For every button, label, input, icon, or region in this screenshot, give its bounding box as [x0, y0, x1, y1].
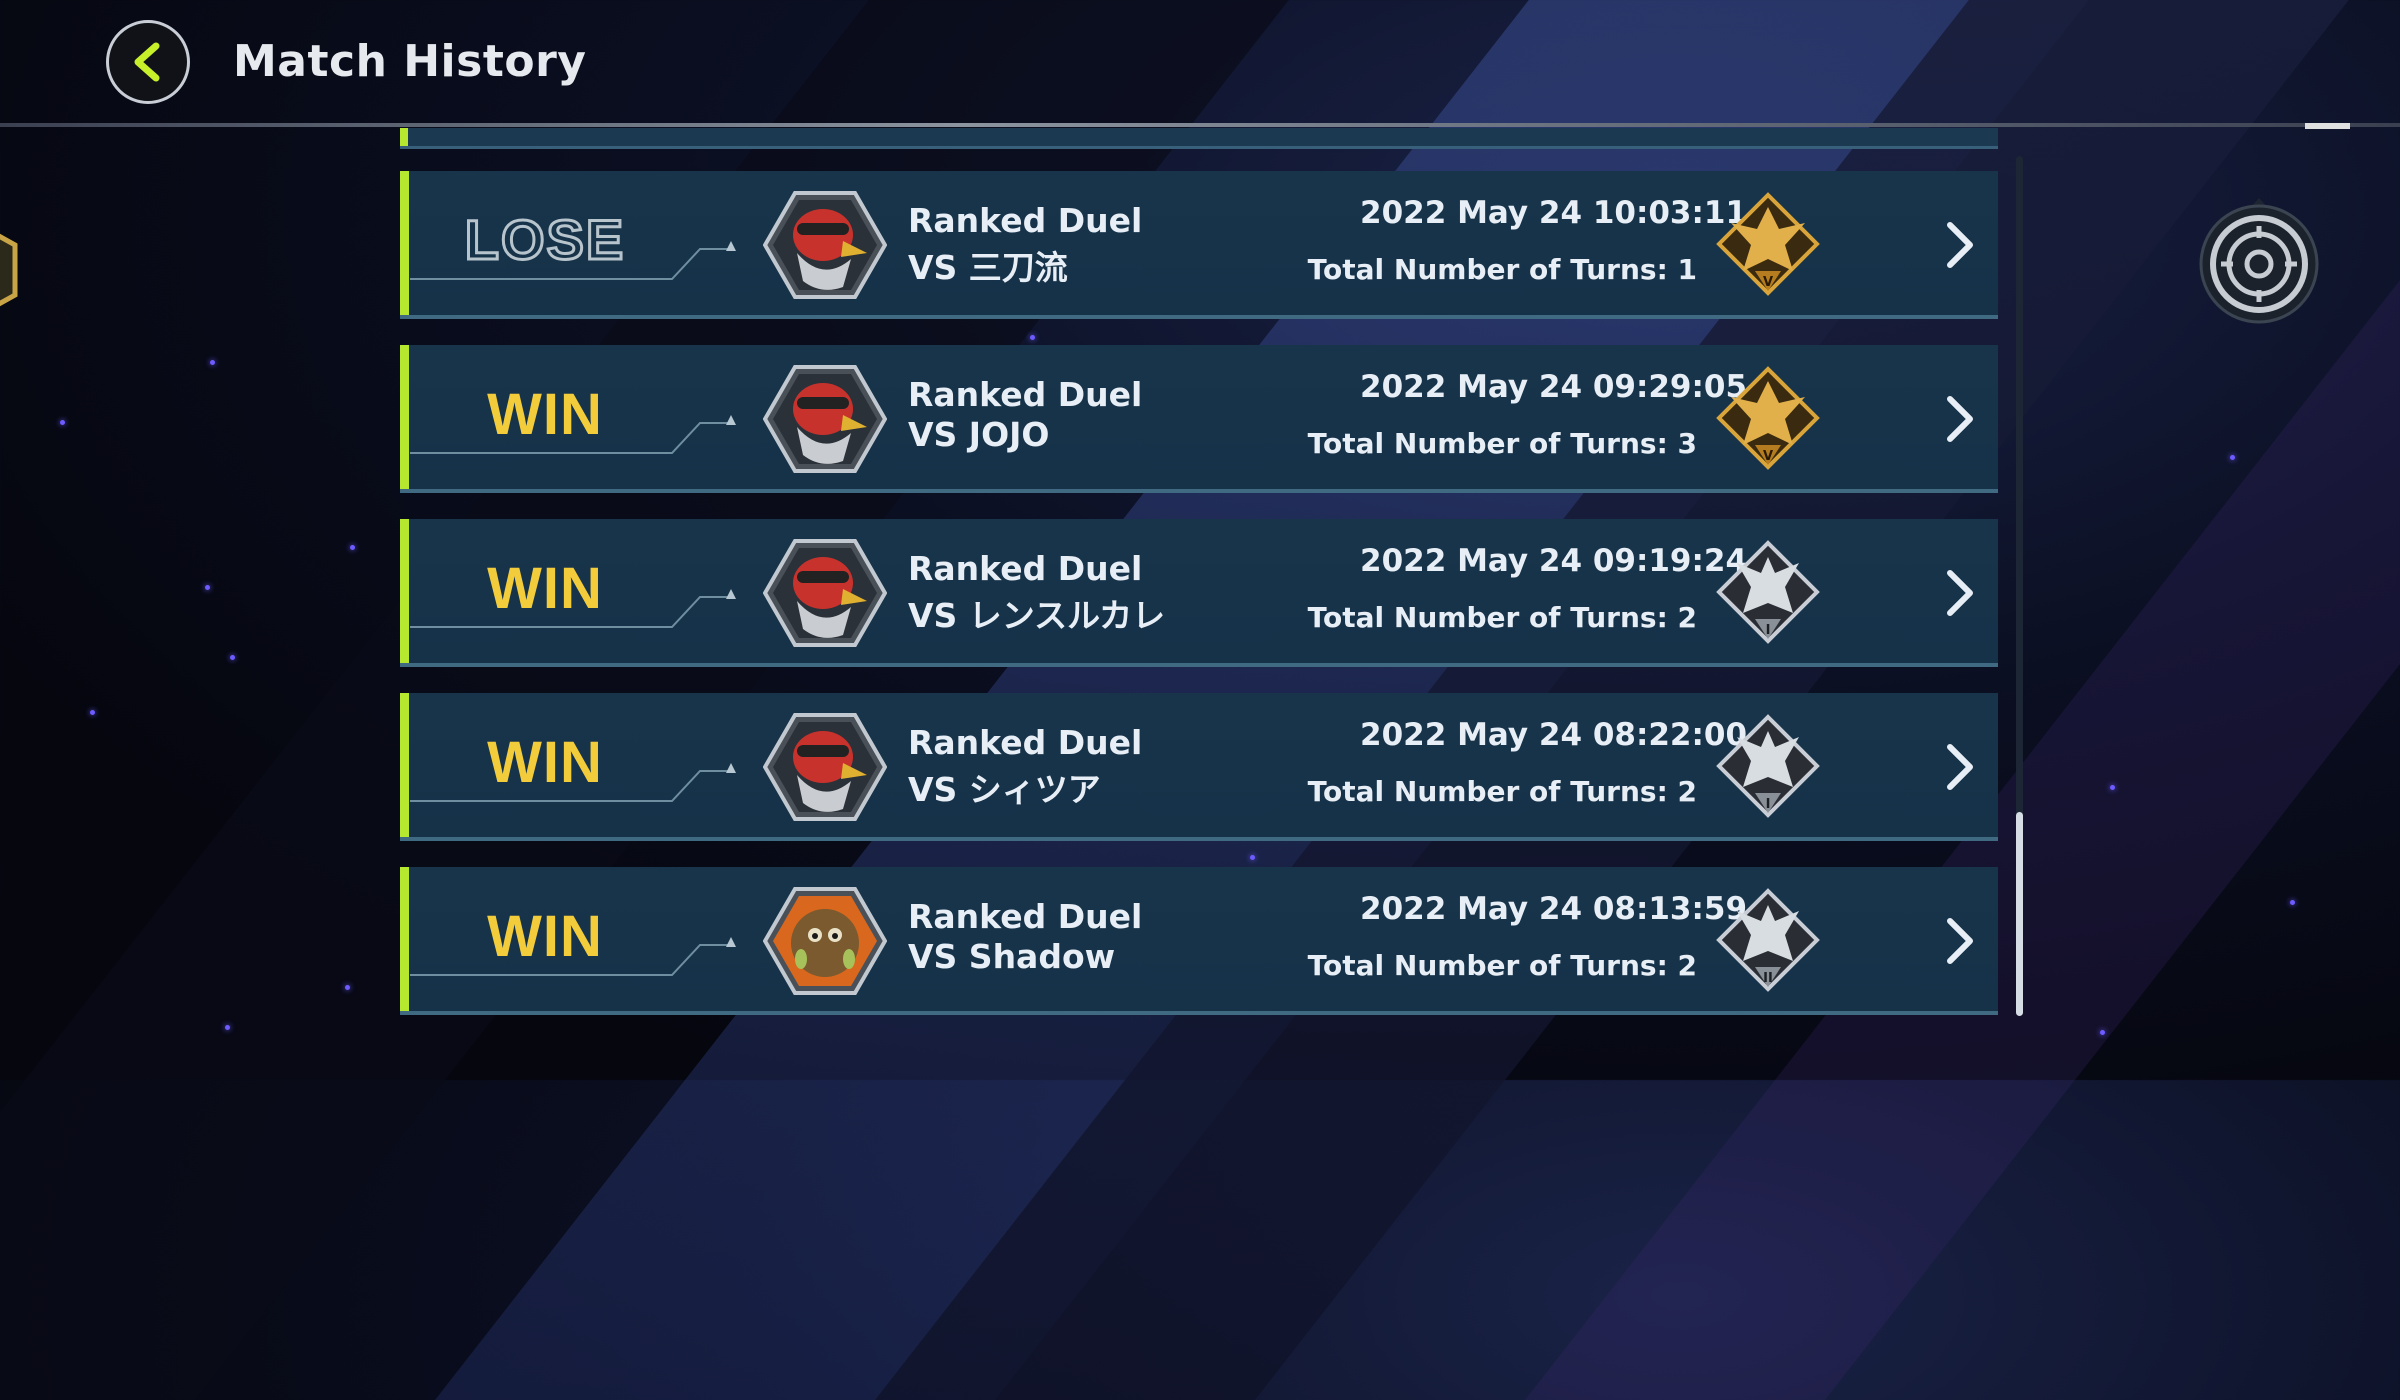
duel-type: Ranked Duel: [908, 375, 1143, 414]
match-datetime: 2022 May 24 08:22:00: [1360, 717, 1748, 753]
total-turns: Total Number of Turns: 2: [1307, 949, 1697, 982]
duel-type: Ranked Duel: [908, 897, 1143, 936]
rank-icon: I: [1716, 540, 1820, 644]
match-row[interactable]: WIN Ranked Duel VS レンスルカレ 2022 May 24 09…: [400, 519, 1998, 667]
row-accent-bar: [400, 867, 409, 1011]
opponent-name: VS シィツア: [908, 770, 1101, 809]
match-datetime: 2022 May 24 09:19:24: [1360, 543, 1748, 579]
opponent-name: VS レンスルカレ: [908, 596, 1166, 635]
rank-numeral: I: [1766, 797, 1771, 812]
chevron-left-icon: [134, 42, 160, 82]
match-row[interactable]: WIN Ranked Duel VS シィツア 2022 May 24 08:2…: [400, 693, 1998, 841]
chevron-right-icon: [1947, 222, 1973, 268]
match-datetime: 2022 May 24 08:13:59: [1360, 891, 1748, 927]
total-turns: Total Number of Turns: 1: [1307, 253, 1697, 286]
header-dash: [2305, 123, 2350, 129]
rank-numeral: I: [1766, 623, 1771, 638]
match-datetime: 2022 May 24 10:03:11: [1360, 195, 1748, 231]
rank-icon: II: [1716, 888, 1820, 992]
opponent-avatar-icon: [763, 713, 887, 821]
result-label: LOSE: [463, 207, 626, 273]
opponent-avatar-icon: [763, 191, 887, 299]
chevron-right-icon: [1947, 396, 1973, 442]
target-icon[interactable]: [2196, 198, 2322, 324]
row-accent-bar: [400, 345, 409, 489]
opponent-name: VS JOJO: [908, 415, 1050, 454]
rank-icon: V: [1716, 192, 1820, 296]
match-row[interactable]: WIN Ranked Duel VS JOJO 2022 May 24 09:2…: [400, 345, 1998, 493]
chevron-right-icon: [1947, 570, 1973, 616]
result-label: WIN: [487, 904, 603, 969]
row-accent-bar: [400, 693, 409, 837]
partial-list-item: [400, 128, 1998, 149]
scrollbar-thumb[interactable]: [2016, 812, 2023, 1016]
rank-numeral: V: [1763, 449, 1773, 464]
rank-numeral: II: [1763, 971, 1773, 986]
total-turns: Total Number of Turns: 2: [1307, 775, 1697, 808]
chevron-right-icon: [1947, 918, 1973, 964]
rank-numeral: V: [1763, 275, 1773, 290]
back-button[interactable]: [106, 20, 190, 104]
header-divider: [0, 123, 2400, 127]
result-label: WIN: [487, 730, 603, 795]
result-label: WIN: [487, 556, 603, 621]
match-row[interactable]: WIN Ranked Duel VS Shadow 2022 May 24 08…: [400, 867, 1998, 1015]
opponent-name: VS 三刀流: [908, 248, 1068, 287]
rank-icon: I: [1716, 714, 1820, 818]
total-turns: Total Number of Turns: 2: [1307, 601, 1697, 634]
opponent-avatar-icon: [763, 887, 887, 995]
duel-type: Ranked Duel: [908, 201, 1143, 240]
rank-icon: V: [1716, 366, 1820, 470]
opponent-name: VS Shadow: [908, 937, 1116, 976]
page-title: Match History: [233, 36, 587, 87]
opponent-avatar-icon: [763, 539, 887, 647]
chevron-right-icon: [1947, 744, 1973, 790]
opponent-avatar-icon: [763, 365, 887, 473]
row-accent-bar: [400, 519, 409, 663]
match-datetime: 2022 May 24 09:29:05: [1360, 369, 1748, 405]
match-row[interactable]: LOSE Ranked Duel VS 三刀流 2022 May 24 10:0…: [400, 171, 1998, 319]
duel-type: Ranked Duel: [908, 723, 1143, 762]
duel-type: Ranked Duel: [908, 549, 1143, 588]
result-label: WIN: [487, 382, 603, 447]
row-accent-bar: [400, 171, 409, 315]
total-turns: Total Number of Turns: 3: [1307, 427, 1697, 460]
badge-fragment-icon: [0, 233, 18, 307]
